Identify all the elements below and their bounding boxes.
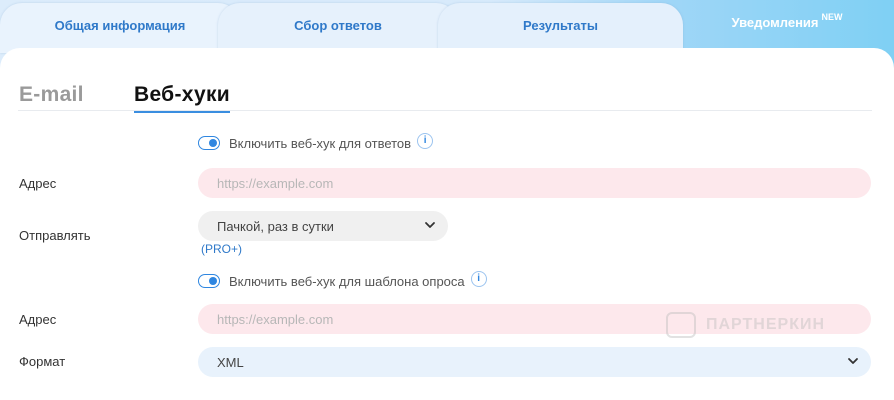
tab-label: Уведомления [731,15,819,30]
tab-label: Результаты [523,18,598,33]
send-frequency-select[interactable]: Пачкой, раз в сутки [198,211,448,241]
tab-notifications[interactable]: Уведомления NEW [680,0,894,50]
subtab-email[interactable]: E-mail [19,83,84,107]
new-badge: NEW [821,12,843,22]
answers-hook-toggle-label: Включить веб-хук для ответов [229,135,412,151]
send-frequency-value: Пачкой, раз в сутки [217,218,334,234]
template-hook-toggle[interactable] [198,274,220,288]
answers-address-input[interactable] [198,168,871,198]
tab-label: Общая информация [54,18,186,33]
subtab-webhooks[interactable]: Веб-хуки [134,83,230,113]
format-select[interactable]: XML [198,347,871,377]
chevron-down-icon [848,358,858,364]
answers-hook-toggle[interactable] [198,136,220,150]
tab-general-info[interactable]: Общая информация [0,3,240,53]
tab-collect-answers[interactable]: Сбор ответов [218,3,458,53]
watermark-text: ПАРТНЕРКИН [706,316,826,333]
send-label: Отправлять [19,228,91,243]
tab-results[interactable]: Результаты [438,3,683,53]
watermark: ПАРТНЕРКИН [666,312,825,338]
watermark-logo-icon [666,312,696,338]
info-icon[interactable]: i [417,133,434,149]
answers-address-label: Адрес [19,176,57,191]
info-icon[interactable]: i [470,271,487,287]
subtab-bar: E-mail Веб-хуки [18,83,872,113]
format-value: XML [217,354,244,370]
tab-label: Сбор ответов [294,18,382,33]
chevron-down-icon [425,222,435,228]
pro-badge: (PRO+) [201,242,243,256]
template-hook-toggle-label: Включить веб-хук для шаблона опроса [229,273,465,289]
answers-hook-toggle-row: Включить веб-хук для ответов i [198,133,434,151]
template-hook-toggle-row: Включить веб-хук для шаблона опроса i [198,271,487,289]
format-label: Формат [19,354,66,369]
template-address-label: Адрес [19,312,57,327]
tab-bar: Общая информация Сбор ответов Результаты… [0,0,894,53]
